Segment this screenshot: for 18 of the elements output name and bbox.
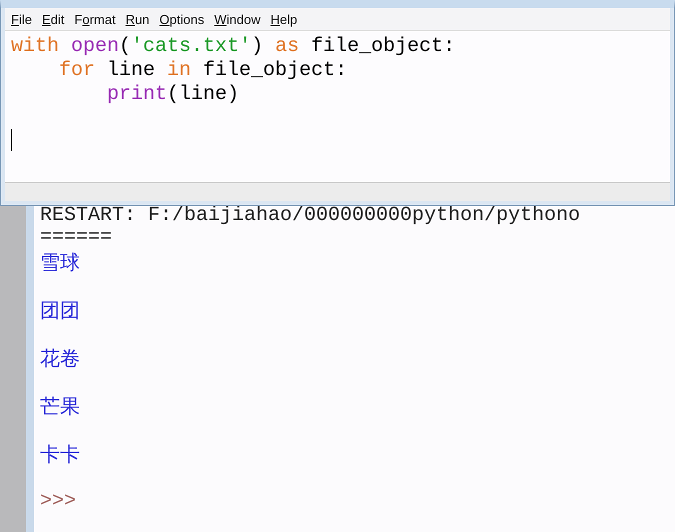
code-line: print(line) [106,83,240,107]
menu-item[interactable]: Format [74,12,116,26]
menu-item[interactable]: Options [159,12,204,26]
text-cursor [11,129,12,151]
output-line: 芒果 [40,394,80,418]
menu-item[interactable]: File [11,12,32,26]
output-line: 花卷 [40,346,80,370]
code-line: for line in file_object: [58,59,348,83]
separator-line: ====== [40,226,112,250]
menu-item[interactable]: Help [270,12,298,26]
menu-item[interactable]: Run [126,12,150,26]
output-line: 卡卡 [40,442,80,466]
code-line: with open('cats.txt') as file_object: [11,35,456,59]
output-line: 雪球 [40,250,80,274]
shell-prompt: >>> [40,490,76,514]
output-line: 团团 [40,298,80,322]
menu-item[interactable]: Edit [42,12,64,26]
menu-item[interactable]: Window [214,12,260,26]
